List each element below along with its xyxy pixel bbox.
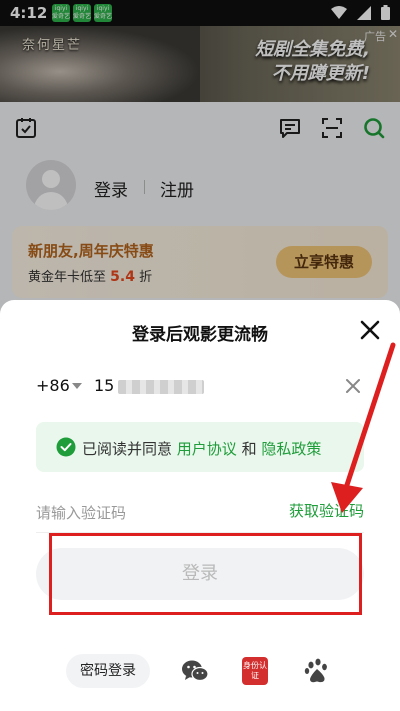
login-sheet: 登录后观影更流畅 +86 15 已阅读并同意 用户协议 和 隐私政策 请输入验证… bbox=[0, 300, 400, 711]
phone-input-value: 15 bbox=[94, 376, 115, 395]
login-sheet-title: 登录后观影更流畅 bbox=[132, 325, 268, 345]
phone-input[interactable]: 15 bbox=[94, 376, 205, 395]
password-login-button[interactable]: 密码登录 bbox=[66, 654, 150, 688]
baidu-icon[interactable] bbox=[302, 656, 332, 686]
agreement-prefix: 已阅读并同意 bbox=[82, 440, 173, 458]
clear-icon[interactable] bbox=[344, 377, 362, 395]
agreement-text: 已阅读并同意 用户协议 和 隐私政策 bbox=[82, 438, 321, 459]
privacy-policy-link[interactable]: 隐私政策 bbox=[261, 440, 321, 458]
chevron-down-icon bbox=[72, 383, 82, 389]
country-code-select[interactable]: +86 bbox=[36, 376, 70, 395]
wechat-icon[interactable] bbox=[180, 656, 210, 686]
annotation-highlight-box bbox=[49, 533, 362, 615]
id-auth-icon[interactable]: 身份认证 bbox=[242, 657, 268, 685]
user-agreement-link[interactable]: 用户协议 bbox=[177, 440, 237, 458]
check-circle-icon[interactable] bbox=[56, 437, 76, 457]
agreement-and: 和 bbox=[241, 440, 257, 458]
close-icon[interactable] bbox=[358, 318, 382, 342]
get-code-button[interactable]: 获取验证码 bbox=[289, 500, 364, 521]
agreement-box: 已阅读并同意 用户协议 和 隐私政策 bbox=[36, 422, 364, 472]
phone-number-masked bbox=[118, 379, 205, 394]
verification-code-input[interactable]: 请输入验证码 bbox=[36, 502, 126, 523]
